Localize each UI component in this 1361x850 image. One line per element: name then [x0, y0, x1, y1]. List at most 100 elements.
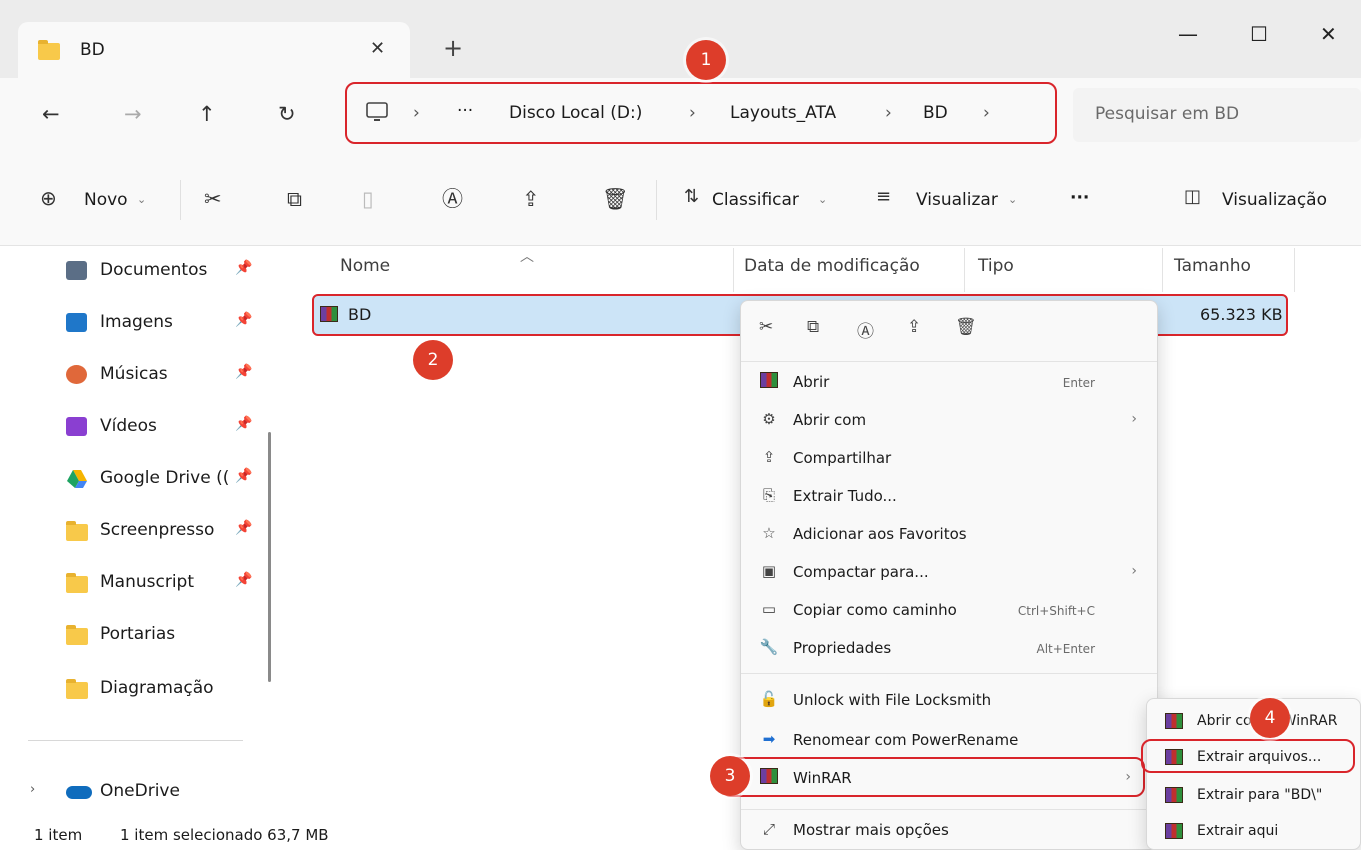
sidebar-item-manuscript[interactable]: Manuscript 📌 — [60, 563, 252, 603]
sidebar-item-label: Documentos — [100, 260, 208, 280]
chevron-right-icon: › — [1131, 411, 1137, 427]
menu-item-compactar-para[interactable]: ▣ Compactar para... › — [741, 553, 1157, 591]
sidebar-item-label: Manuscript — [100, 572, 195, 592]
new-tab-button[interactable]: + — [443, 34, 463, 62]
context-quick-actions: ✂ ⧉ Ⓐ ⇪ 🗑 — [759, 317, 999, 345]
folder-icon — [66, 625, 88, 645]
share-icon[interactable]: ⇪ — [907, 317, 921, 337]
menu-item-propriedades[interactable]: 🔧 Propriedades Alt+Enter — [741, 629, 1157, 667]
open-with-icon: ⚙ — [762, 410, 776, 428]
menu-item-powerrename[interactable]: ➡ Renomear com PowerRename — [741, 721, 1157, 759]
search-input[interactable]: Pesquisar em BD — [1073, 88, 1361, 142]
forward-icon[interactable]: → — [124, 104, 142, 125]
close-tab-button[interactable]: ✕ — [370, 38, 385, 59]
rename-icon[interactable]: Ⓐ — [442, 189, 463, 210]
column-divider[interactable] — [964, 248, 965, 292]
menu-item-label: Copiar como caminho — [793, 601, 957, 619]
sidebar-item-portarias[interactable]: Portarias — [60, 615, 175, 655]
sidebar-item-screenpresso[interactable]: Screenpresso 📌 — [60, 511, 252, 551]
delete-icon[interactable]: 🗑 — [602, 189, 629, 210]
column-header-name[interactable]: Nome — [340, 256, 390, 276]
menu-item-abrir[interactable]: Abrir Enter — [741, 363, 1157, 401]
cut-icon[interactable]: ✂ — [204, 189, 222, 210]
copy-icon[interactable]: ⧉ — [287, 189, 302, 210]
cut-icon[interactable]: ✂ — [759, 317, 773, 337]
winrar-icon — [1165, 749, 1183, 765]
pin-icon: 📌 — [235, 364, 253, 380]
status-item-count: 1 item — [34, 826, 83, 844]
file-size: 65.323 KB — [1200, 305, 1283, 324]
sidebar-item-diagramacao[interactable]: Diagramação — [60, 669, 214, 709]
lock-icon: 🔓 — [759, 690, 779, 708]
folder-icon — [66, 573, 88, 593]
submenu-item-extrair-para-bd[interactable]: Extrair para "BD\" — [1147, 777, 1360, 813]
copy-icon[interactable]: ⧉ — [807, 317, 819, 337]
tab-bd[interactable]: BD ✕ — [18, 22, 410, 78]
pin-icon: 📌 — [235, 260, 253, 276]
menu-item-shortcut: Ctrl+Shift+C — [1017, 604, 1095, 618]
menu-item-extrair-tudo[interactable]: ⎘ Extrair Tudo... — [741, 477, 1157, 515]
navigation-bar: ← → ↑ ↻ › ··· Disco Local (D:) › Layouts… — [0, 78, 1361, 154]
column-divider[interactable] — [1162, 248, 1163, 292]
share-icon: ⇪ — [762, 448, 776, 466]
sort-ascending-indicator: ︿ — [520, 249, 534, 265]
menu-item-compartilhar[interactable]: ⇪ Compartilhar — [741, 439, 1157, 477]
breadcrumb-separator: › — [885, 103, 892, 123]
folder-icon — [38, 40, 60, 60]
command-bar: ⊕ Novo ⌄ ✂ ⧉ ▯ Ⓐ ⇪ 🗑 ⇅ Classificar ⌄ ≡ V… — [0, 154, 1361, 246]
menu-item-label: Extrair Tudo... — [793, 487, 897, 505]
pin-icon: 📌 — [235, 468, 253, 484]
breadcrumb-bd[interactable]: BD — [923, 103, 948, 123]
more-options-icon: ⤢ — [762, 820, 775, 838]
close-window-button[interactable]: ✕ — [1320, 22, 1337, 46]
menu-item-abrir-com[interactable]: ⚙ Abrir com › — [741, 401, 1157, 439]
documents-icon — [66, 261, 87, 280]
sidebar-scrollbar[interactable] — [268, 432, 271, 682]
winrar-icon — [1165, 787, 1183, 803]
breadcrumb-ellipsis[interactable]: ··· — [457, 101, 473, 121]
sidebar-divider — [28, 740, 243, 741]
address-bar[interactable]: › ··· Disco Local (D:) › Layouts_ATA › B… — [345, 82, 1057, 144]
rename-icon[interactable]: Ⓐ — [857, 317, 874, 342]
menu-item-label: Compartilhar — [793, 449, 892, 467]
submenu-item-extrair-aqui[interactable]: Extrair aqui — [1147, 813, 1360, 849]
compress-icon: ▣ — [761, 562, 777, 580]
menu-item-label: Adicionar aos Favoritos — [793, 525, 967, 543]
google-drive-icon — [67, 470, 87, 488]
paste-icon[interactable]: ▯ — [362, 189, 374, 210]
step-badge-2: 2 — [413, 340, 453, 380]
delete-icon[interactable]: 🗑 — [955, 317, 977, 337]
back-icon[interactable]: ← — [42, 104, 60, 125]
more-button[interactable]: ··· — [1070, 188, 1089, 208]
menu-item-label: Propriedades — [793, 639, 892, 657]
column-header-type[interactable]: Tipo — [978, 256, 1014, 276]
minimize-button[interactable]: — — [1178, 22, 1198, 46]
column-header-modified[interactable]: Data de modificação — [744, 256, 920, 276]
breadcrumb-disco-local[interactable]: Disco Local (D:) — [509, 103, 642, 123]
rename-icon: ➡ — [762, 730, 776, 748]
menu-item-winrar[interactable]: WinRAR › — [721, 757, 1145, 797]
folder-icon — [66, 521, 88, 541]
menu-item-adicionar-favoritos[interactable]: ☆ Adicionar aos Favoritos — [741, 515, 1157, 553]
column-divider[interactable] — [1294, 248, 1295, 292]
refresh-icon[interactable]: ↻ — [278, 104, 296, 125]
submenu-item-label: Extrair arquivos... — [1197, 749, 1322, 765]
breadcrumb-layouts-ata[interactable]: Layouts_ATA — [730, 103, 836, 123]
column-header-size[interactable]: Tamanho — [1174, 256, 1251, 276]
maximize-button[interactable]: ☐ — [1250, 22, 1268, 46]
column-divider[interactable] — [733, 248, 734, 292]
up-icon[interactable]: ↑ — [198, 104, 216, 125]
extract-all-icon: ⎘ — [762, 486, 775, 504]
winrar-icon — [760, 768, 778, 784]
menu-item-file-locksmith[interactable]: 🔓 Unlock with File Locksmith — [741, 681, 1157, 719]
menu-item-mostrar-mais[interactable]: ⤢ Mostrar mais opções — [741, 811, 1157, 849]
videos-icon — [66, 417, 87, 436]
pin-icon: 📌 — [235, 520, 253, 536]
share-icon[interactable]: ⇪ — [522, 189, 540, 210]
folder-icon — [66, 679, 88, 699]
sidebar-item-label: Google Drive (( — [100, 468, 230, 488]
menu-item-copiar-caminho[interactable]: ▭ Copiar como caminho Ctrl+Shift+C — [741, 591, 1157, 629]
sidebar-item-label: Screenpresso — [100, 520, 215, 540]
breadcrumb-separator: › — [413, 103, 420, 123]
submenu-item-extrair-arquivos[interactable]: Extrair arquivos... — [1141, 739, 1355, 773]
